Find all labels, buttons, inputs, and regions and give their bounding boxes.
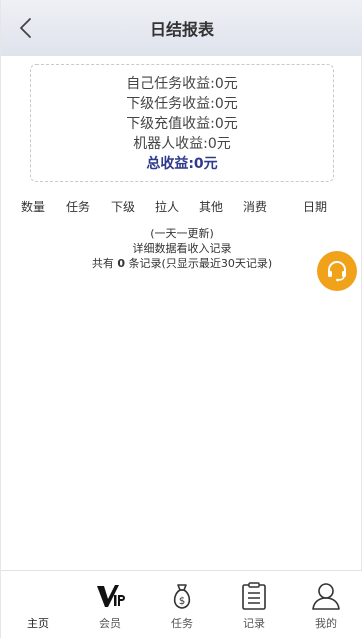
record-count-value: 0 (117, 257, 126, 270)
tab-home[interactable]: 主页 (8, 571, 68, 638)
total-earnings: 总收益:0元 (146, 156, 218, 172)
money-bag-icon: $ (173, 584, 191, 609)
update-frequency-note: (一天一更新) (150, 227, 214, 240)
tab-records[interactable]: 记录 (224, 571, 284, 638)
sub-recharge-earnings: 下级充值收益:0元 (126, 116, 238, 132)
record-count-suffix: 条记录(只显示最近30天记录) (128, 257, 273, 270)
tab-task[interactable]: $ 任务 (152, 571, 212, 638)
column-header-other: 其他 (199, 200, 224, 214)
column-header-subordinate: 下级 (111, 200, 136, 214)
record-count-prefix: 共有 (91, 257, 114, 270)
customer-service-button[interactable] (317, 251, 357, 291)
sub-task-earnings: 下级任务收益:0元 (126, 96, 238, 112)
column-header-date: 日期 (303, 200, 328, 214)
column-header-task: 任务 (66, 200, 91, 214)
headset-icon (328, 261, 346, 282)
column-header-consumption: 消费 (243, 200, 268, 214)
column-header-quantity: 数量 (21, 200, 46, 214)
svg-text:$: $ (179, 596, 185, 607)
tab-task-label: 任务 (171, 617, 193, 630)
tab-mine-label: 我的 (315, 617, 337, 630)
vip-icon (97, 585, 125, 607)
column-header-invite: 拉人 (155, 200, 180, 214)
record-count-note: 共有 0 条记录(只显示最近30天记录) (1, 256, 362, 271)
tab-mine[interactable]: 我的 (296, 571, 356, 638)
app-frame: 日结报表 自己任务收益:0元 下级任务收益:0元 下级充值收益:0元 机器人收益… (0, 0, 362, 638)
earnings-summary-card: 自己任务收益:0元 下级任务收益:0元 下级充值收益:0元 机器人收益:0元 总… (30, 64, 334, 182)
robot-earnings: 机器人收益:0元 (133, 136, 231, 152)
header-bar: 日结报表 (1, 0, 362, 56)
tab-records-label: 记录 (243, 617, 265, 630)
clipboard-icon (242, 582, 266, 610)
tab-vip-label: 会员 (99, 617, 121, 630)
record-notes: (一天一更新) 详细数据看收入记录 共有 0 条记录(只显示最近30天记录) (1, 226, 362, 271)
bottom-tab-bar: 主页 会员 $ 任务 记录 我的 (1, 570, 362, 638)
page-title: 日结报表 (149, 20, 214, 39)
self-task-earnings: 自己任务收益:0元 (126, 76, 238, 92)
tab-vip[interactable]: 会员 (80, 571, 140, 638)
user-icon (312, 583, 340, 610)
back-arrow-icon[interactable] (15, 16, 39, 40)
detail-note: 详细数据看收入记录 (132, 242, 232, 255)
tab-home-label: 主页 (27, 617, 49, 630)
table-header: 数量 任务 下级 拉人 其他 消费 日期 (1, 198, 362, 216)
